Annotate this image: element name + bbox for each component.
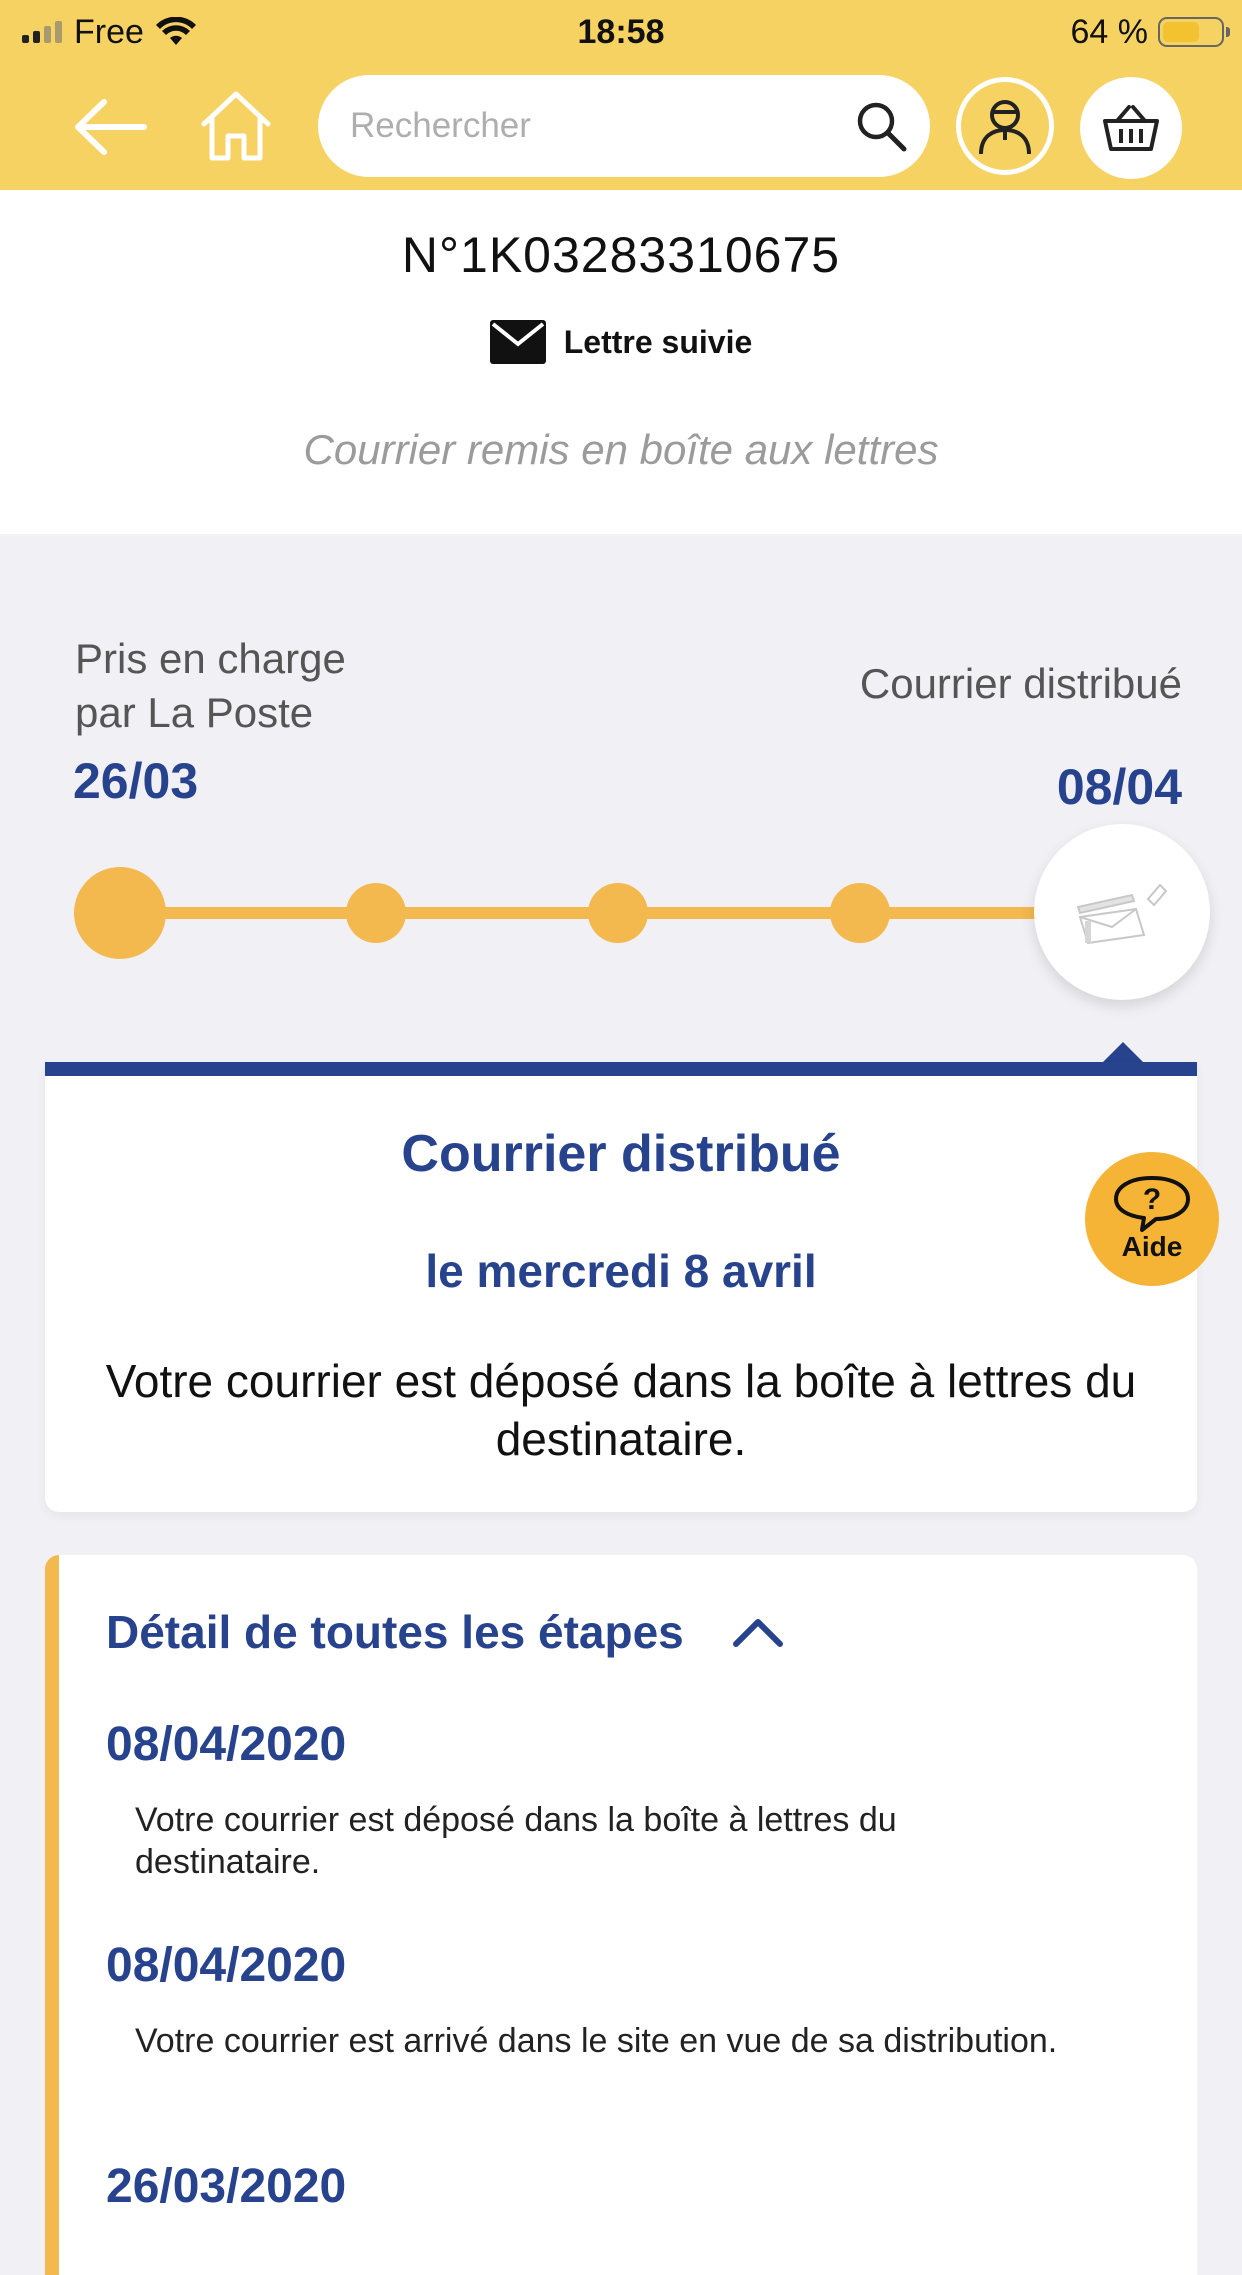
aide-button[interactable]: ? Aide [1085,1152,1219,1286]
step-description: Votre courrier est arrivé dans le site e… [135,2022,1058,2060]
tracking-header: N°1K03283310675 Lettre suivie Courrier r… [0,190,1242,534]
tracking-type: Lettre suivie [0,320,1242,364]
status-card-title: Courrier distribué [401,1125,841,1183]
timeline-step-3 [588,883,648,943]
step-date: 26/03/2020 [106,2160,347,2213]
status-card-description: Votre courrier est déposé dans la boîte … [105,1355,1137,1465]
timeline-step-final[interactable] [1034,824,1210,1000]
timeline-end-label: Courrier distribué [859,660,1182,707]
help-bubble-icon: ? [1114,1176,1190,1232]
mailbox-delivery-icon [1076,883,1168,945]
aide-label: Aide [1121,1231,1183,1262]
timeline-start-date: 26/03 [73,753,199,809]
chevron-up-icon [732,1619,783,1647]
steps-detail-card: Détail de toutes les étapes 08/04/2020 V… [45,1555,1197,2275]
basket-icon [1103,105,1159,151]
timeline-step-1 [74,867,166,959]
account-icon [979,100,1031,155]
search-icon[interactable] [854,99,908,153]
battery-icon [1158,17,1230,47]
tracking-type-label: Lettre suivie [563,323,753,360]
status-card-date: le mercredi 8 avril [425,1245,817,1297]
search-bar[interactable] [318,75,930,177]
steps-detail-title: Détail de toutes les étapes [106,1606,684,1658]
timeline-start-label: Pris en charge par La Poste [75,632,525,740]
top-bar: Free 18:58 64 % [0,0,1242,190]
status-card: Courrier distribué le mercredi 8 avril V… [45,1062,1197,1512]
timeline-step-4 [830,883,890,943]
status-time: 18:58 [577,13,665,51]
svg-text:?: ? [1143,1183,1161,1216]
tracking-status-summary: Courrier remis en boîte aux lettres [303,426,939,473]
step-date: 08/04/2020 [106,1718,347,1771]
account-button[interactable] [956,77,1054,175]
back-arrow-icon[interactable] [70,92,150,162]
battery-percent: 64 % [1070,12,1149,51]
step-description: Votre courrier est déposé dans la boîte … [135,1801,897,1881]
battery-level [1163,22,1199,42]
tracking-number: N°1K03283310675 [401,227,841,283]
search-input[interactable] [348,105,822,147]
basket-button[interactable] [1080,77,1182,179]
home-icon[interactable] [198,88,274,164]
timeline-start-label-line2: par La Poste [75,689,314,736]
steps-detail-toggle[interactable]: Détail de toutes les étapes [106,1605,784,1659]
timeline-end-date: 08/04 [1056,759,1182,815]
timeline-step-2 [346,883,406,943]
status-card-pointer [1101,1042,1145,1064]
step-date: 08/04/2020 [106,1939,347,1992]
envelope-icon [489,320,546,364]
status-bar-right: 64 % [1070,10,1230,54]
timeline-start-label-line1: Pris en charge [75,635,346,682]
